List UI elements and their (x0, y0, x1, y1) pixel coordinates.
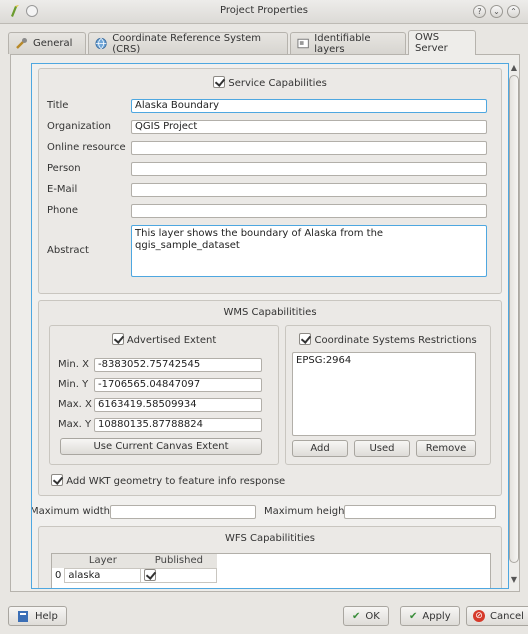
apply-button-label: Apply (422, 610, 451, 622)
email-label: E-Mail (47, 184, 78, 195)
min-y-field[interactable]: -1706565.04847097 (94, 378, 262, 392)
crs-restrictions-group: Coordinate Systems Restrictions EPSG:296… (285, 325, 491, 465)
table-header-row: Layer Published (52, 554, 217, 568)
service-capabilities-group: Service Capabilities Title Alaska Bounda… (38, 68, 502, 294)
crs-restrictions-label: Coordinate Systems Restrictions (314, 335, 477, 346)
maximize-icon[interactable]: ⌃ (507, 5, 520, 18)
ok-button[interactable]: ✔ OK (343, 606, 389, 626)
scroll-area[interactable]: Service Capabilities Title Alaska Bounda… (31, 63, 509, 589)
tab-bar: General Coordinate Reference System (CRS… (0, 30, 528, 55)
use-current-canvas-extent-button[interactable]: Use Current Canvas Extent (60, 438, 262, 455)
advertised-extent-group: Advertised Extent Min. X -8383052.757425… (49, 325, 279, 465)
help-book-icon (18, 610, 28, 622)
tab-crs-label: Coordinate Reference System (CRS) (112, 32, 262, 55)
wms-capabilities-group: WMS Capabilitities Advertised Extent Min… (38, 300, 502, 496)
maximum-height-label: Maximum height (264, 506, 349, 517)
layers-icon (297, 38, 309, 49)
max-y-label: Max. Y (58, 419, 92, 430)
help-button[interactable]: Help (8, 606, 67, 626)
abstract-label: Abstract (47, 245, 89, 256)
service-capabilities-header: Service Capabilities (39, 76, 501, 89)
layer-name-cell[interactable]: alaska (64, 567, 142, 583)
layer-column-header[interactable]: Layer (65, 554, 141, 568)
crs-restrictions-header: Coordinate Systems Restrictions (286, 333, 490, 346)
cancel-button[interactable]: ⊘ Cancel (466, 606, 528, 626)
maximum-width-label: Maximum width (31, 506, 111, 517)
remove-crs-button[interactable]: Remove (416, 440, 476, 457)
wkt-geometry-option: Add WKT geometry to feature info respons… (51, 474, 285, 487)
checkmark-icon: ✔ (352, 610, 361, 622)
organization-field[interactable]: QGIS Project (131, 120, 487, 134)
vertical-scrollbar[interactable]: ▲ ▼ (508, 63, 520, 589)
ows-server-pane: Service Capabilities Title Alaska Bounda… (10, 54, 520, 592)
tab-crs[interactable]: Coordinate Reference System (CRS) (88, 32, 288, 55)
apply-button[interactable]: ✔ Apply (400, 606, 460, 626)
min-y-label: Min. Y (58, 379, 89, 390)
used-crs-button[interactable]: Used (354, 440, 410, 457)
tab-general[interactable]: General (8, 32, 86, 54)
max-x-field[interactable]: 6163419.58509934 (94, 398, 262, 412)
online-resource-label: Online resource (47, 142, 126, 153)
row-index: 0 (55, 569, 62, 581)
email-field[interactable] (131, 183, 487, 197)
service-capabilities-checkbox[interactable] (213, 76, 226, 88)
advertised-extent-label: Advertised Extent (126, 335, 217, 346)
service-capabilities-label: Service Capabilities (228, 78, 327, 89)
wfs-table: Layer Published 0 alaska (52, 554, 218, 583)
advertised-extent-header: Advertised Extent (50, 333, 278, 346)
organization-label: Organization (47, 121, 111, 132)
min-x-label: Min. X (58, 359, 89, 370)
maximum-height-field[interactable] (344, 505, 496, 519)
apply-checkmark-icon: ✔ (409, 610, 418, 622)
title-field[interactable]: Alaska Boundary (131, 99, 487, 113)
tools-icon (16, 38, 27, 49)
published-cell[interactable] (140, 567, 218, 583)
tab-general-label: General (33, 38, 73, 49)
wfs-capabilities-title: WFS Capabilitities (224, 533, 316, 544)
help-icon[interactable]: ? (473, 5, 486, 18)
title-bar: Project Properties ? ⌄ ⌃ (0, 0, 528, 24)
min-x-field[interactable]: -8383052.75742545 (94, 358, 262, 372)
scroll-down-icon[interactable]: ▼ (508, 575, 520, 585)
tab-identifiable-layers[interactable]: Identifiable layers (290, 32, 406, 55)
minimize-icon[interactable]: ⌄ (490, 5, 503, 18)
table-row: 0 alaska (52, 567, 218, 583)
add-crs-button[interactable]: Add (292, 440, 348, 457)
list-item[interactable]: EPSG:2964 (296, 355, 472, 366)
window-title: Project Properties (220, 5, 308, 16)
title-label: Title (47, 100, 69, 111)
tab-identifiable-layers-label: Identifiable layers (314, 32, 371, 55)
cancel-icon: ⊘ (473, 610, 485, 622)
crs-restrictions-checkbox[interactable] (299, 333, 312, 345)
ok-button-label: OK (365, 610, 380, 622)
advertised-extent-checkbox[interactable] (111, 333, 124, 345)
max-x-label: Max. X (58, 399, 92, 410)
wkt-geometry-label: Add WKT geometry to feature info respons… (66, 476, 286, 487)
crs-list[interactable]: EPSG:2964 (292, 352, 476, 436)
abstract-textarea[interactable]: This layer shows the boundary of Alaska … (131, 225, 487, 277)
wms-capabilities-title: WMS Capabilitities (223, 307, 317, 318)
published-checkbox[interactable] (144, 568, 157, 581)
wfs-layers-table[interactable]: Layer Published 0 alaska (51, 553, 491, 588)
help-button-label: Help (35, 610, 58, 622)
tab-ows-server-label: OWS Server (415, 32, 448, 54)
published-column-header[interactable]: Published (141, 554, 217, 568)
phone-label: Phone (47, 205, 78, 216)
phone-field[interactable] (131, 204, 487, 218)
person-label: Person (47, 163, 81, 174)
dialog-button-bar: Help ✔ OK ✔ Apply ⊘ Cancel (0, 600, 528, 634)
maximum-width-field[interactable] (110, 505, 256, 519)
max-y-field[interactable]: 10880135.87788824 (94, 418, 262, 432)
scrollbar-thumb[interactable] (509, 75, 519, 563)
scroll-up-icon[interactable]: ▲ (508, 63, 520, 73)
cancel-button-label: Cancel (490, 610, 524, 622)
globe-icon (95, 37, 107, 50)
online-resource-field[interactable] (131, 141, 487, 155)
wfs-capabilities-group: WFS Capabilitities Layer Published 0 ala… (38, 526, 502, 588)
person-field[interactable] (131, 162, 487, 176)
wkt-geometry-checkbox[interactable] (51, 474, 63, 486)
tab-ows-server[interactable]: OWS Server (408, 30, 476, 55)
